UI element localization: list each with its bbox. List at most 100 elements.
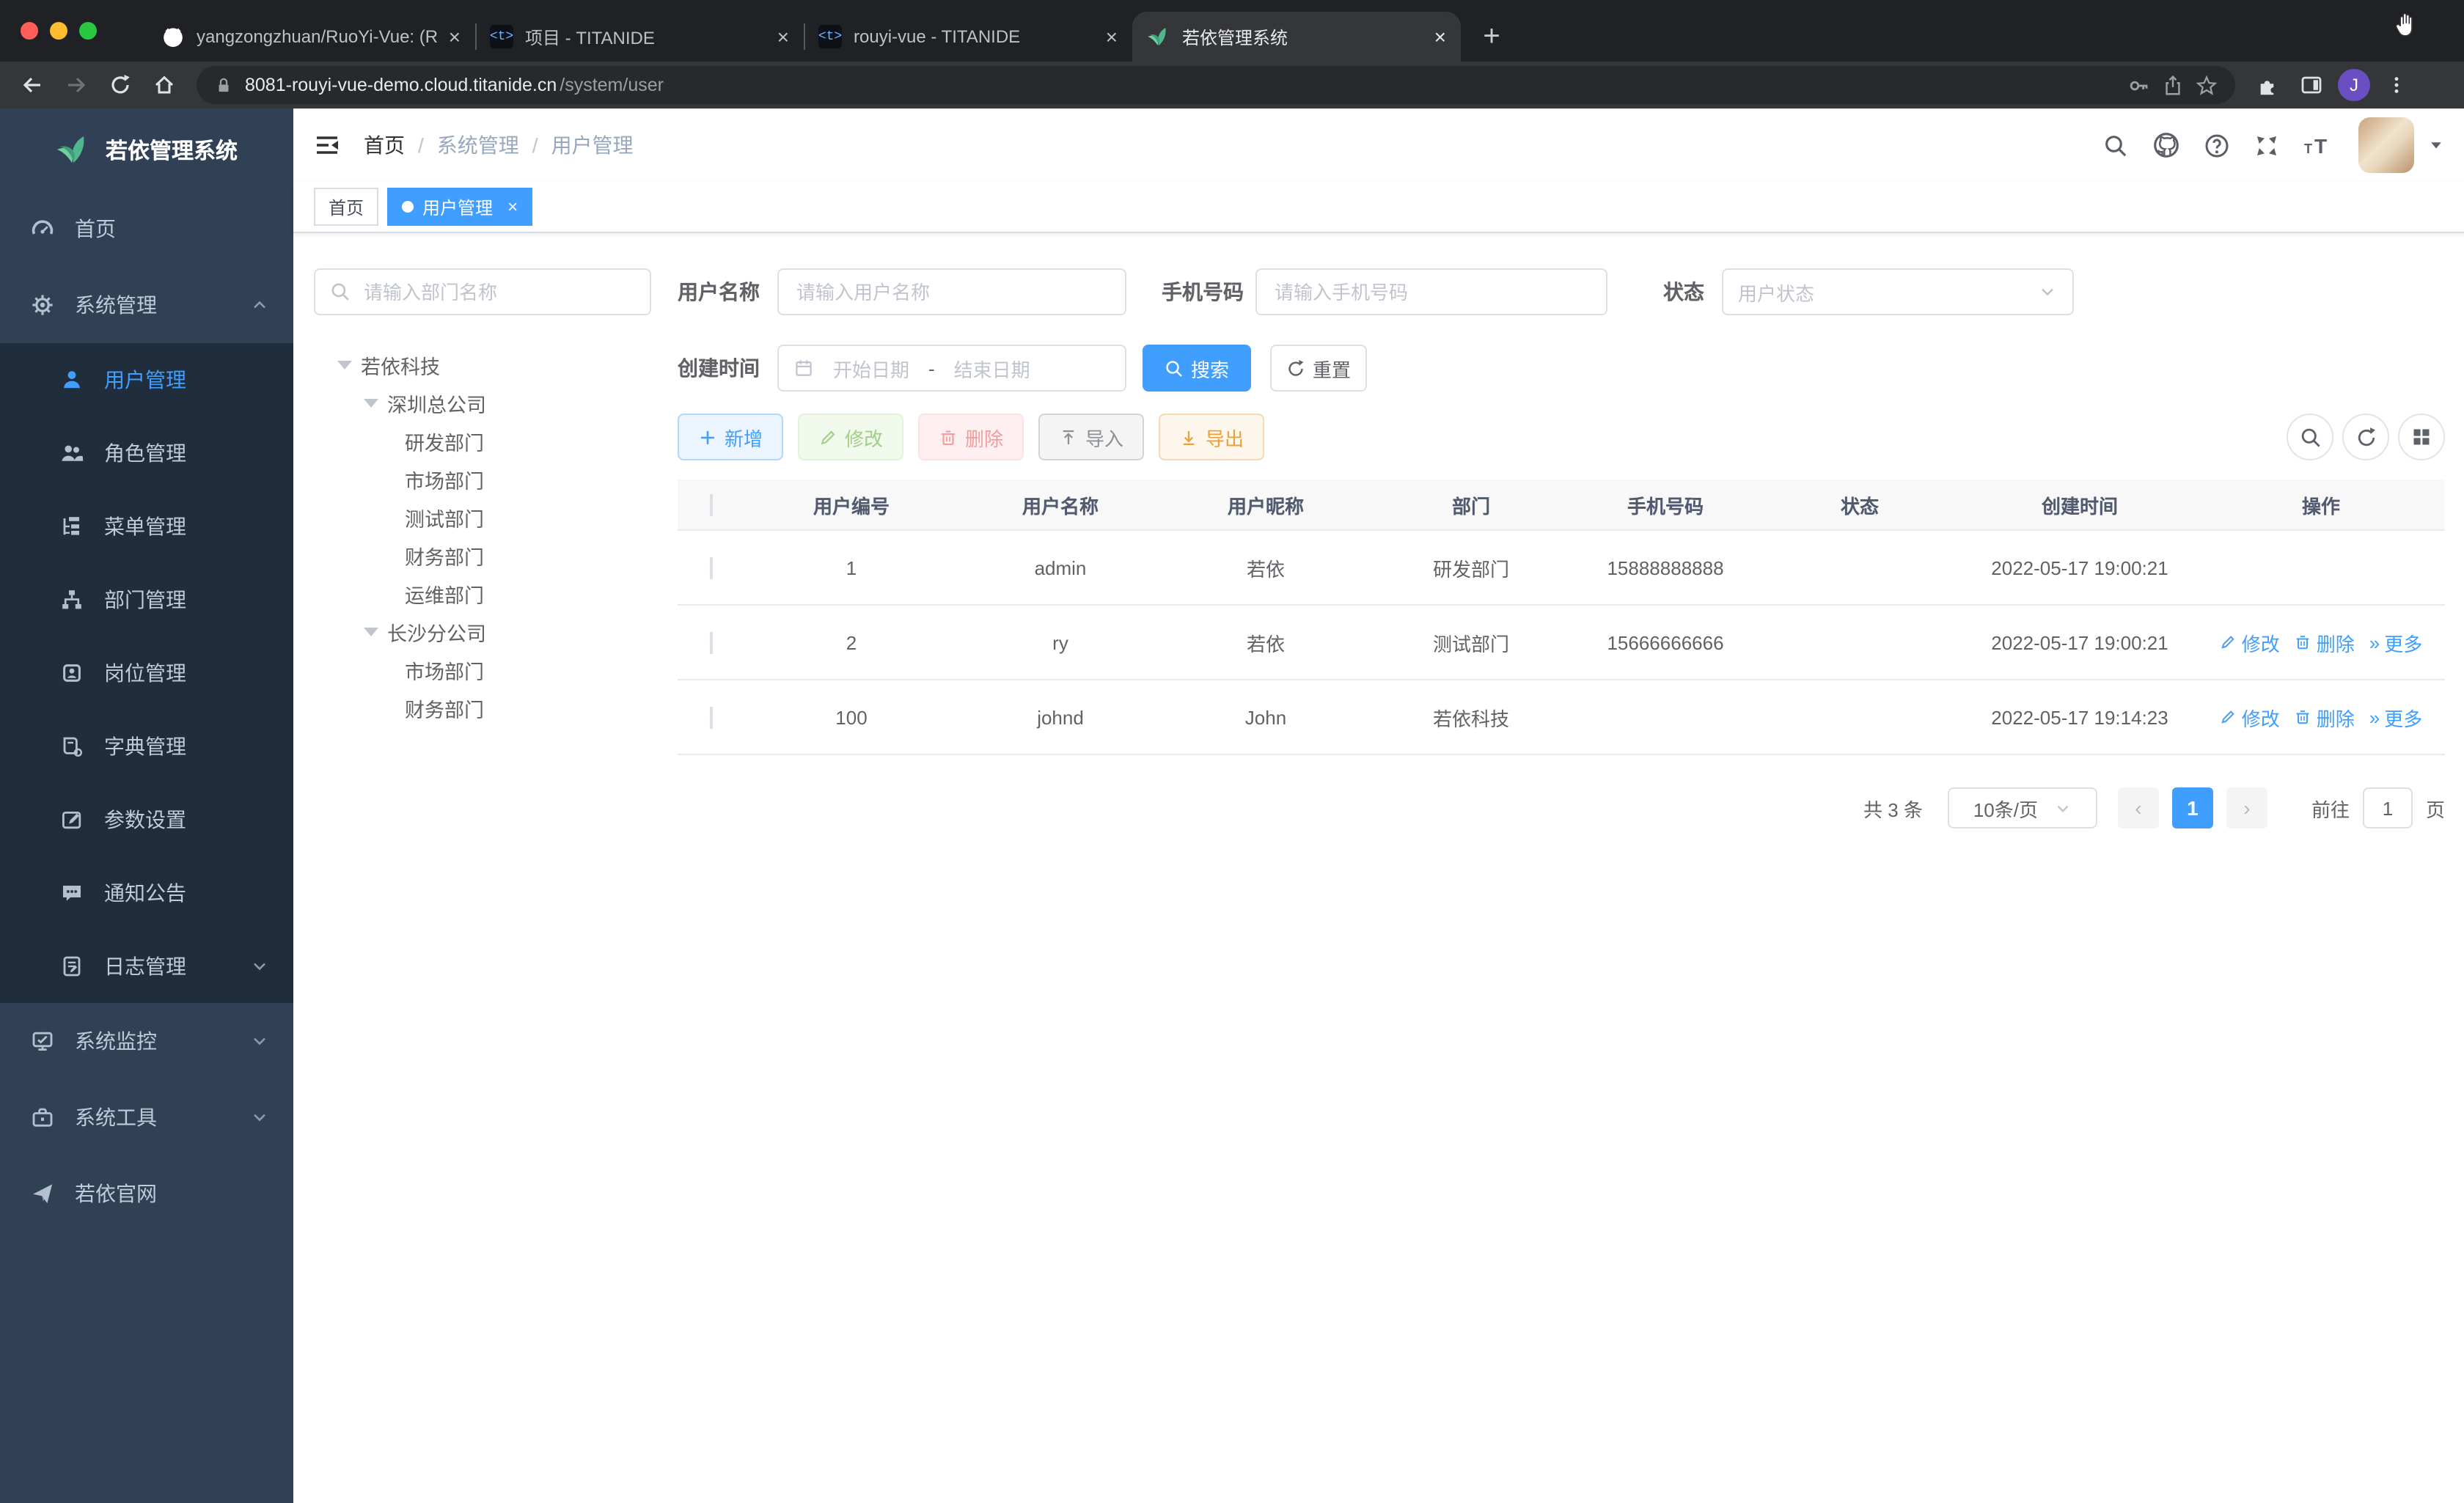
toggle-search-button[interactable] (2287, 414, 2333, 460)
sidebar-item-label: 用户管理 (104, 368, 186, 392)
sidebar-item-dict-management[interactable]: 字典管理 (0, 710, 293, 783)
chevron-down-icon (2037, 282, 2058, 302)
sidebar-item-log-management[interactable]: 日志管理 (0, 930, 293, 1003)
tree-expand-icon[interactable] (364, 628, 378, 636)
tree-node-leaf[interactable]: 运维部门 (314, 575, 651, 613)
reload-button[interactable] (103, 67, 138, 103)
tab-close-icon[interactable]: × (1106, 25, 1118, 48)
breadcrumb-separator: / (532, 133, 538, 157)
username-input[interactable] (777, 268, 1126, 315)
home-button[interactable] (147, 67, 182, 103)
browser-menu-kebab-icon[interactable] (2379, 67, 2414, 103)
browser-tab-ruoyi-active[interactable]: 若依管理系统 × (1132, 12, 1461, 62)
tree-node-leaf[interactable]: 研发部门 (314, 422, 651, 460)
browser-tab-github[interactable]: yangzongzhuan/RuoYi-Vue: (Ru × (147, 12, 475, 62)
row-checkbox[interactable] (710, 706, 713, 728)
window-zoom-button[interactable] (79, 22, 97, 40)
tree-node-leaf[interactable]: 市场部门 (314, 460, 651, 499)
sidebar-collapse-icon[interactable] (314, 133, 340, 157)
font-size-icon[interactable] (2304, 133, 2333, 157)
tag-close-icon[interactable]: × (507, 196, 518, 217)
sidebar-item-system-management[interactable]: 系统管理 (0, 267, 293, 343)
add-button[interactable]: 新增 (678, 414, 783, 460)
extensions-puzzle-icon[interactable] (2250, 67, 2285, 103)
status-select[interactable]: 用户状态 (1722, 268, 2074, 315)
row-checkbox[interactable] (710, 631, 713, 653)
row-delete-link[interactable]: 删除 (2295, 628, 2355, 656)
tree-expand-icon[interactable] (364, 399, 378, 408)
browser-tab-rouyi-vue[interactable]: <t> rouyi-vue - TITANIDE × (804, 12, 1132, 62)
help-question-icon[interactable] (2204, 133, 2229, 158)
row-edit-link[interactable]: 修改 (2220, 628, 2280, 656)
goto-page-input[interactable] (2362, 787, 2413, 828)
sidebar-item-system-monitor[interactable]: 系统监控 (0, 1003, 293, 1079)
tree-node-branch[interactable]: 长沙分公司 (314, 613, 651, 651)
breadcrumb-system[interactable]: 系统管理 (437, 131, 519, 160)
tag-user-management[interactable]: 用户管理 × (387, 188, 533, 226)
tab-close-icon[interactable]: × (1434, 25, 1446, 48)
avatar-caret-down-icon[interactable] (2427, 136, 2445, 154)
row-more-link[interactable]: » 更多 (2369, 703, 2423, 731)
delete-button[interactable]: 删除 (918, 414, 1024, 460)
sidebar-item-notice[interactable]: 通知公告 (0, 856, 293, 930)
bookmark-star-icon[interactable] (2196, 74, 2218, 96)
date-range-picker[interactable]: 开始日期 - 结束日期 (777, 345, 1126, 392)
sidebar-item-ruoyi-website[interactable]: 若依官网 (0, 1155, 293, 1232)
select-all-checkbox[interactable] (710, 493, 713, 515)
breadcrumb-home[interactable]: 首页 (364, 131, 405, 160)
tree-expand-icon[interactable] (337, 361, 352, 370)
reset-button[interactable]: 重置 (1270, 345, 1367, 392)
side-panel-icon[interactable] (2294, 67, 2329, 103)
address-bar[interactable]: 8081-rouyi-vue-demo.cloud.titanide.cn/sy… (197, 66, 2235, 104)
back-button[interactable] (15, 67, 50, 103)
row-more-link[interactable]: » 更多 (2369, 628, 2423, 656)
tree-node-leaf[interactable]: 财务部门 (314, 689, 651, 727)
sidebar-item-menu-management[interactable]: 菜单管理 (0, 490, 293, 563)
tab-close-icon[interactable]: × (777, 25, 789, 48)
new-tab-button[interactable]: + (1470, 15, 1514, 59)
sidebar-item-dept-management[interactable]: 部门管理 (0, 563, 293, 636)
tree-node-root[interactable]: 若依科技 (314, 346, 651, 384)
sidebar-item-role-management[interactable]: 角色管理 (0, 416, 293, 490)
window-close-button[interactable] (21, 22, 38, 40)
import-button[interactable]: 导入 (1038, 414, 1144, 460)
user-table-panel: 用户名称 手机号码 状态 用户状态 创建时间 (678, 268, 2445, 1503)
browser-tab-titanide-project[interactable]: <t> 项目 - TITANIDE × (475, 12, 804, 62)
user-avatar[interactable] (2358, 117, 2414, 173)
row-checkbox[interactable] (710, 556, 713, 578)
sidebar-item-param-settings[interactable]: 参数设置 (0, 783, 293, 856)
tab-close-icon[interactable]: × (449, 25, 461, 48)
sidebar-item-system-tools[interactable]: 系统工具 (0, 1079, 293, 1155)
export-button[interactable]: 导出 (1159, 414, 1264, 460)
mouse-cursor-hand-icon (2391, 9, 2423, 41)
tag-home[interactable]: 首页 (314, 188, 379, 226)
sidebar-item-user-management[interactable]: 用户管理 (0, 343, 293, 416)
search-button[interactable]: 搜索 (1143, 345, 1251, 392)
current-page-button[interactable]: 1 (2171, 787, 2213, 828)
tree-node-leaf[interactable]: 财务部门 (314, 537, 651, 575)
tree-node-leaf[interactable]: 测试部门 (314, 499, 651, 537)
phone-input[interactable] (1255, 268, 1607, 315)
page-size-select[interactable]: 10条/页 (1947, 787, 2097, 828)
tree-node-branch[interactable]: 深圳总公司 (314, 384, 651, 422)
share-icon[interactable] (2162, 74, 2184, 96)
fullscreen-icon[interactable] (2254, 133, 2279, 158)
forward-button[interactable] (59, 67, 94, 103)
github-icon[interactable] (2153, 132, 2179, 158)
password-key-icon[interactable] (2128, 74, 2150, 96)
window-minimize-button[interactable] (50, 22, 67, 40)
row-delete-link[interactable]: 删除 (2295, 703, 2355, 731)
refresh-table-button[interactable] (2342, 414, 2389, 460)
edit-button[interactable]: 修改 (798, 414, 903, 460)
tree-node-leaf[interactable]: 市场部门 (314, 651, 651, 689)
prev-page-button[interactable]: ‹ (2117, 787, 2159, 828)
dept-search-input[interactable] (361, 279, 635, 304)
sidebar-item-home[interactable]: 首页 (0, 191, 293, 267)
next-page-button[interactable]: › (2226, 787, 2267, 828)
row-edit-link[interactable]: 修改 (2220, 703, 2280, 731)
browser-profile-avatar[interactable]: J (2338, 69, 2370, 101)
app-logo[interactable]: 若依管理系统 (0, 109, 293, 191)
header-search-icon[interactable] (2103, 133, 2128, 158)
column-settings-button[interactable] (2398, 414, 2445, 460)
sidebar-item-post-management[interactable]: 岗位管理 (0, 636, 293, 710)
